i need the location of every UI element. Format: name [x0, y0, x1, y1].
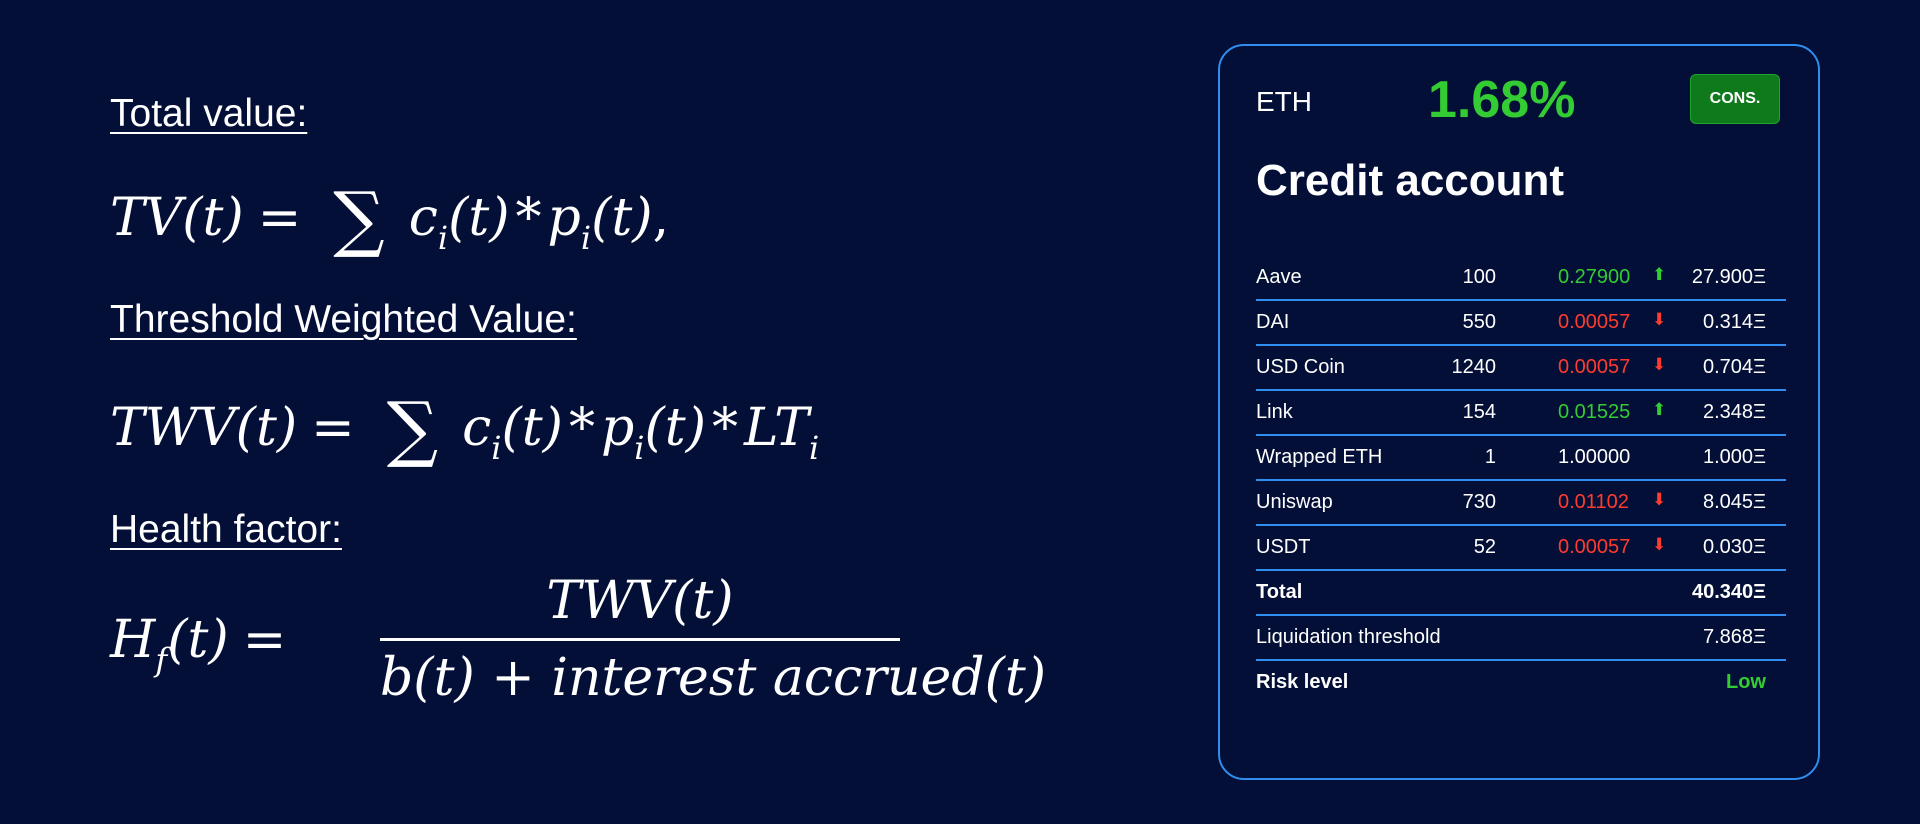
- twv-ast-1: *: [568, 398, 595, 458]
- asset-quantity: 730: [1462, 491, 1496, 513]
- total-row: Total 40.340Ξ: [1256, 571, 1786, 616]
- arrow-down-icon: ⬇: [1652, 355, 1667, 374]
- asset-label: ETH: [1256, 86, 1312, 117]
- asset-quantity: 154: [1462, 401, 1496, 423]
- asset-name: Wrapped ETH: [1256, 446, 1383, 468]
- credit-account-card: ETH 1.68% CONS. Credit account Aave 100 0.…: [1218, 44, 1820, 780]
- table-row: Uniswap 730 0.01102 ⬇ 8.045Ξ: [1256, 481, 1786, 526]
- table-row: USDT 52 0.00057 ⬇ 0.030Ξ: [1256, 526, 1786, 571]
- total-value-heading: Total value:: [110, 92, 308, 135]
- cons-badge[interactable]: CONS.: [1690, 74, 1780, 124]
- asset-quantity: 550: [1462, 311, 1496, 333]
- formulas-panel: Total value: TV(t) = ∑ ci(t) * pi(t), Thresho…: [110, 0, 1110, 824]
- twv-p-arg: (t): [644, 398, 706, 458]
- asset-quantity: 52: [1473, 536, 1496, 558]
- hf-lhs: Hf(t) =: [110, 610, 300, 676]
- asset-name: USDT: [1256, 536, 1311, 558]
- arrow-down-icon: ⬇: [1652, 310, 1667, 329]
- hf-numerator: TWV(t): [546, 571, 734, 631]
- hf-arg: (t): [167, 610, 229, 670]
- total-label: Total: [1256, 581, 1303, 603]
- asset-price: 0.00057: [1558, 536, 1631, 558]
- arrow-down-icon: ⬇: [1652, 535, 1667, 554]
- holdings-table: Aave 100 0.27900 ⬆ 27.900Ξ DAI 550 0.00057 ⬇ 0.31…: [1256, 256, 1786, 704]
- asset-price: 1.00000: [1558, 446, 1631, 468]
- total-value-formula: TV(t) = ∑ ci(t) * pi(t),: [110, 182, 669, 254]
- twv-c-index: i: [491, 429, 502, 467]
- twv-ast-2: *: [712, 398, 738, 458]
- asset-name: Aave: [1256, 266, 1302, 288]
- rate-value: 1.68%: [1428, 71, 1576, 129]
- hf-fraction-bar: [380, 638, 900, 641]
- threshold-weighted-heading: Threshold Weighted Value:: [110, 298, 577, 341]
- twv-c-arg: (t): [501, 398, 563, 458]
- asset-name: USD Coin: [1256, 356, 1345, 378]
- twv-c: c: [462, 398, 492, 458]
- asset-price: 0.00057: [1558, 356, 1631, 378]
- asset-price: 0.27900: [1558, 266, 1631, 288]
- twv-p: p: [600, 398, 635, 458]
- asset-value: 27.900Ξ: [1691, 266, 1766, 288]
- asset-quantity: 1: [1484, 446, 1496, 468]
- tv-tail: ,: [652, 188, 670, 248]
- asset-name: Uniswap: [1256, 491, 1333, 513]
- liquidation-row: Liquidation threshold 7.868Ξ: [1256, 616, 1786, 661]
- arrow-up-icon: ⬆: [1652, 400, 1667, 419]
- tv-lhs: TV(t): [110, 188, 244, 248]
- hf-denominator: b(t) + interest accrued(t): [380, 648, 1047, 708]
- tv-sum: ∑: [333, 176, 385, 260]
- asset-value: 0.030Ξ: [1702, 536, 1766, 558]
- risk-value: Low: [1726, 671, 1766, 693]
- twv-lt-index: i: [808, 429, 820, 467]
- card-title: Credit account: [1256, 156, 1565, 205]
- asset-name: Link: [1256, 401, 1293, 423]
- tv-p: p: [547, 188, 581, 248]
- table-row: Link 154 0.01525 ⬆ 2.348Ξ: [1256, 391, 1786, 436]
- twv-lt: LT: [744, 398, 809, 458]
- tv-ast: *: [515, 188, 542, 248]
- asset-value: 2.348Ξ: [1702, 401, 1766, 423]
- asset-quantity: 1240: [1451, 356, 1497, 378]
- tv-c-arg: (t): [448, 188, 510, 248]
- liquidation-label: Liquidation threshold: [1256, 626, 1441, 648]
- asset-value: 8.045Ξ: [1702, 491, 1766, 513]
- asset-price: 0.01525: [1558, 401, 1631, 423]
- asset-quantity: 100: [1462, 266, 1496, 288]
- tv-p-arg: (t): [591, 188, 653, 248]
- twv-p-index: i: [634, 429, 645, 467]
- asset-value: 0.314Ξ: [1702, 311, 1766, 333]
- arrow-down-icon: ⬇: [1652, 490, 1667, 509]
- hf-h: H: [110, 610, 156, 670]
- twv-lhs: TWV(t): [110, 398, 298, 458]
- table-row: DAI 550 0.00057 ⬇ 0.314Ξ: [1256, 301, 1786, 346]
- health-factor-heading: Health factor:: [110, 508, 342, 551]
- table-row: Wrapped ETH 1 1.00000 1.000Ξ: [1256, 436, 1786, 481]
- risk-label: Risk level: [1256, 671, 1349, 693]
- risk-row: Risk level Low: [1256, 661, 1786, 704]
- tv-p-index: i: [580, 219, 592, 257]
- threshold-weighted-formula: TWV(t) = ∑ ci(t) * pi(t) * LTi: [110, 392, 819, 464]
- table-row: USD Coin 1240 0.00057 ⬇ 0.704Ξ: [1256, 346, 1786, 391]
- tv-c: c: [408, 188, 438, 248]
- asset-name: DAI: [1256, 311, 1290, 333]
- liquidation-value: 7.868Ξ: [1702, 626, 1766, 648]
- tv-c-index: i: [437, 219, 449, 257]
- tv-eq: =: [257, 188, 302, 248]
- hf-fraction: TWV(t) b(t) + interest accrued(t): [380, 568, 1047, 711]
- twv-eq: =: [311, 398, 355, 458]
- arrow-up-icon: ⬆: [1652, 265, 1667, 284]
- asset-price: 0.00057: [1558, 311, 1631, 333]
- total-value: 40.340Ξ: [1691, 581, 1766, 603]
- asset-value: 1.000Ξ: [1702, 446, 1766, 468]
- asset-price: 0.01102: [1558, 491, 1629, 513]
- hf-eq: =: [242, 610, 287, 670]
- table-row: Aave 100 0.27900 ⬆ 27.900Ξ: [1256, 256, 1786, 301]
- hf-f-index: f: [155, 641, 168, 679]
- twv-sum: ∑: [386, 386, 439, 470]
- asset-value: 0.704Ξ: [1702, 356, 1766, 378]
